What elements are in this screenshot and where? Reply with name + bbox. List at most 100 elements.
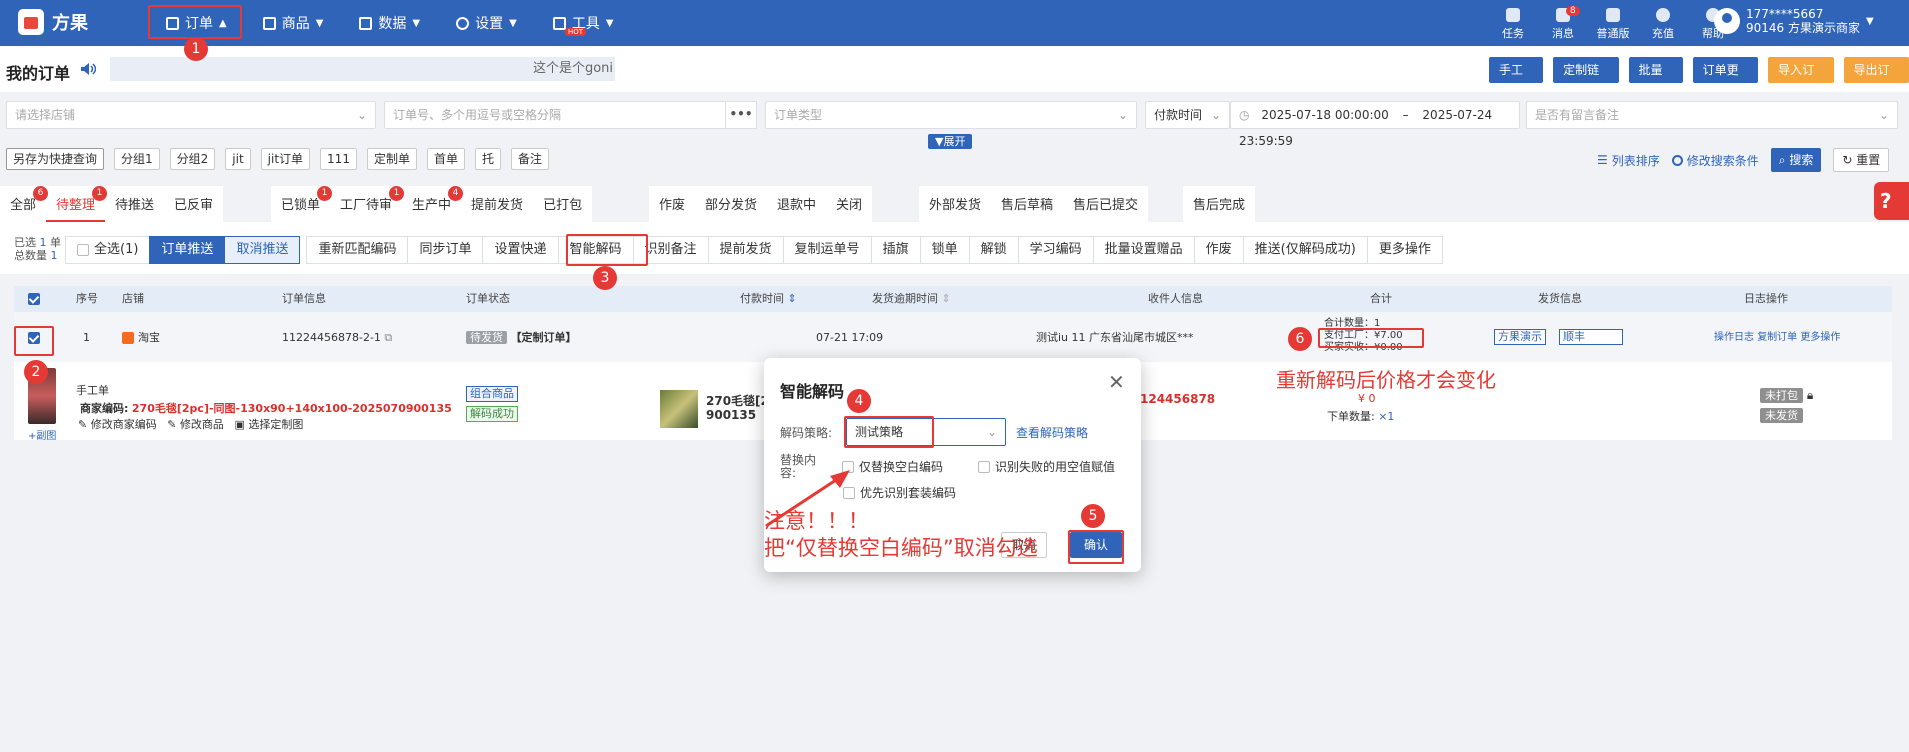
task-button[interactable]: 任务 — [1492, 6, 1534, 41]
tab-external-ship[interactable]: 外部发货 — [919, 186, 991, 222]
copy-waybill-button[interactable]: 复制运单号 — [782, 236, 872, 264]
push-order-button[interactable]: 订单推送 — [149, 236, 226, 264]
annotation-box — [844, 416, 934, 448]
nav-settings[interactable]: 设置 ▼ — [438, 0, 535, 46]
quick-tag[interactable]: 分组1 — [114, 148, 160, 170]
tab-partial-ship[interactable]: 部分发货 — [695, 186, 767, 222]
batch-gift-button[interactable]: 批量设置赠品 — [1092, 236, 1195, 264]
batch-order-button[interactable]: 批量单 — [1628, 57, 1683, 103]
annotation-price-note: 重新解码后价格才会变化 — [1276, 368, 1496, 392]
modify-search-link[interactable]: 修改搜索条件 — [1671, 152, 1759, 169]
nav-data[interactable]: 数据 ▼ — [341, 0, 438, 46]
date-range-picker[interactable]: ◷ 2025-07-18 00:00:00 – 2025-07-24 23:59… — [1230, 101, 1520, 148]
tab-closed[interactable]: 关闭 — [826, 186, 872, 222]
tab-to-push[interactable]: 待推送 — [105, 186, 164, 222]
cancel-push-button[interactable]: 取消推送 — [224, 236, 301, 264]
swap-image-link[interactable]: +副图 — [28, 430, 56, 444]
pay-time-sort[interactable]: 付款时间 ⇕ — [740, 286, 797, 312]
nav-goods[interactable]: 商品 ▼ — [245, 0, 342, 46]
early-ship-button[interactable]: 提前发货 — [707, 236, 784, 264]
quick-tag[interactable]: 定制单 — [366, 148, 417, 170]
nav-tools[interactable]: 工具 ▼ — [535, 0, 632, 46]
remark-select[interactable]: 是否有留言备注 ⌄ — [1526, 101, 1898, 129]
courier-select[interactable]: 顺丰 — [1559, 329, 1623, 345]
tab-aftersale-submitted[interactable]: 售后已提交 — [1063, 186, 1148, 222]
tab-in-production[interactable]: 生产中 4 — [402, 186, 464, 222]
ship-template-select[interactable]: 方果演示 — [1494, 329, 1546, 345]
lock-order-button[interactable]: 锁单 — [919, 236, 970, 264]
message-button[interactable]: 8 消息 — [1542, 6, 1584, 41]
tab-packed[interactable]: 已打包 — [533, 186, 592, 222]
copy-order-link[interactable]: 复制订单 — [1757, 332, 1797, 343]
order-no-input[interactable]: 订单号、多个用逗号或空格分隔 — [384, 101, 726, 129]
tab-aftersale-draft[interactable]: 售后草稿 — [991, 186, 1063, 222]
custom-link-button[interactable]: 定制链接 — [1553, 57, 1619, 103]
more-input-button[interactable]: ••• — [725, 101, 757, 129]
tab-factory-review[interactable]: 工厂待审 1 — [330, 186, 405, 222]
tab-aftersale-done[interactable]: 售后完成 — [1183, 186, 1255, 222]
quick-tag[interactable]: jit订单 — [260, 148, 311, 170]
tab-to-sort[interactable]: 待整理 1 — [46, 186, 108, 222]
tab-void[interactable]: 作废 — [649, 186, 695, 222]
header-checkbox[interactable] — [28, 286, 40, 312]
goods-icon — [262, 16, 276, 30]
ship-deadline: 07-21 17:09 — [816, 331, 884, 344]
quick-tag[interactable]: 111 — [320, 148, 357, 170]
close-icon[interactable]: ✕ — [1108, 370, 1125, 394]
deadline-sort[interactable]: 发货逾期时间 ⇕ — [872, 286, 951, 312]
reset-button[interactable]: ↻ 重置 — [1833, 148, 1890, 172]
sync-order-button[interactable]: 同步订单 — [407, 236, 484, 264]
view-strategy-link[interactable]: 查看解码策略 — [1016, 424, 1088, 441]
import-order-button[interactable]: 导入订单 — [1768, 57, 1834, 103]
quick-tag[interactable]: 首单 — [426, 148, 465, 170]
order-no: 11224456878-2-1 ⧉ — [282, 331, 393, 344]
order-type-select[interactable]: 订单类型 ⌄ — [765, 101, 1137, 129]
user-menu[interactable]: 177****5667 90146 方果演示商家 ▼ — [1714, 7, 1874, 35]
select-all-checkbox[interactable]: 全选(1) — [65, 236, 151, 264]
tab-all[interactable]: 全部 6 — [0, 186, 49, 222]
learn-code-button[interactable]: 学习编码 — [1017, 236, 1094, 264]
time-type-select[interactable]: 付款时间 ⌄ — [1145, 101, 1230, 129]
tab-refunding[interactable]: 退款中 — [767, 186, 826, 222]
choose-custom-image-link[interactable]: ▣ 选择定制图 — [234, 418, 303, 431]
expand-filters-button[interactable]: ▼展开 — [928, 134, 973, 149]
edit-code-link[interactable]: ✎ 修改商家编码 — [78, 418, 157, 431]
fail-empty-checkbox[interactable]: 识别失败的用空值赋值 — [978, 458, 1115, 475]
shop-select[interactable]: 请选择店铺 ⌄ — [6, 101, 376, 129]
tab-locked[interactable]: 已锁单 1 — [271, 186, 333, 222]
flag-button[interactable]: 插旗 — [870, 236, 921, 264]
quick-tag[interactable]: 托 — [474, 148, 501, 170]
tab-reverse-audited[interactable]: 已反审 — [164, 186, 223, 222]
quick-tag[interactable]: 分组2 — [169, 148, 216, 170]
edit-goods-link[interactable]: ✎ 修改商品 — [167, 418, 224, 431]
product-thumbnail[interactable] — [660, 390, 698, 428]
quick-tag[interactable]: 备注 — [511, 148, 550, 170]
copy-icon[interactable]: ⧉ — [384, 331, 392, 344]
rematch-code-button[interactable]: 重新匹配编码 — [306, 236, 409, 264]
unlock-button[interactable]: 解锁 — [968, 236, 1019, 264]
export-order-button[interactable]: 导出订单 — [1843, 57, 1909, 103]
recharge-button[interactable]: 充值 — [1642, 6, 1684, 41]
order-update-button[interactable]: 订单更新 — [1692, 57, 1759, 103]
set-express-button[interactable]: 设置快递 — [482, 236, 559, 264]
operation-log-link[interactable]: 操作日志 — [1714, 332, 1754, 343]
save-quick-query-button[interactable]: 另存为快捷查询 — [6, 148, 105, 170]
gear-icon — [456, 16, 470, 30]
more-actions-button[interactable]: 更多操作 — [1366, 236, 1443, 264]
decode-success-tag: 解码成功 — [466, 406, 518, 422]
lock-icon[interactable]: 🔒︎ — [1807, 388, 1813, 402]
filter-bar: 请选择店铺 ⌄ 订单号、多个用逗号或空格分隔 ••• 订单类型 ⌄ 付款时间 ⌄ ◷ … — [0, 92, 1909, 148]
table-header: 序号 店铺 订单信息 订单状态 付款时间 ⇕ 发货逾期时间 ⇕ 收件人信息 合计… — [14, 286, 1892, 312]
logo[interactable]: 方果 — [18, 9, 88, 35]
list-sort-link[interactable]: ☰ 列表排序 — [1597, 152, 1660, 169]
edition-button[interactable]: 普通版 — [1592, 6, 1634, 41]
tool-icon — [552, 16, 566, 30]
search-button[interactable]: ⌕ 搜索 — [1770, 148, 1822, 172]
row-more-link[interactable]: 更多操作 — [1800, 332, 1840, 343]
quick-tag[interactable]: jit — [225, 148, 251, 170]
void-button[interactable]: 作废 — [1193, 236, 1244, 264]
tab-early-ship[interactable]: 提前发货 — [461, 186, 533, 222]
manual-order-button[interactable]: 手工单 — [1489, 57, 1544, 103]
help-side-button[interactable]: ? — [1874, 182, 1909, 220]
push-decoded-button[interactable]: 推送(仅解码成功) — [1242, 236, 1368, 264]
